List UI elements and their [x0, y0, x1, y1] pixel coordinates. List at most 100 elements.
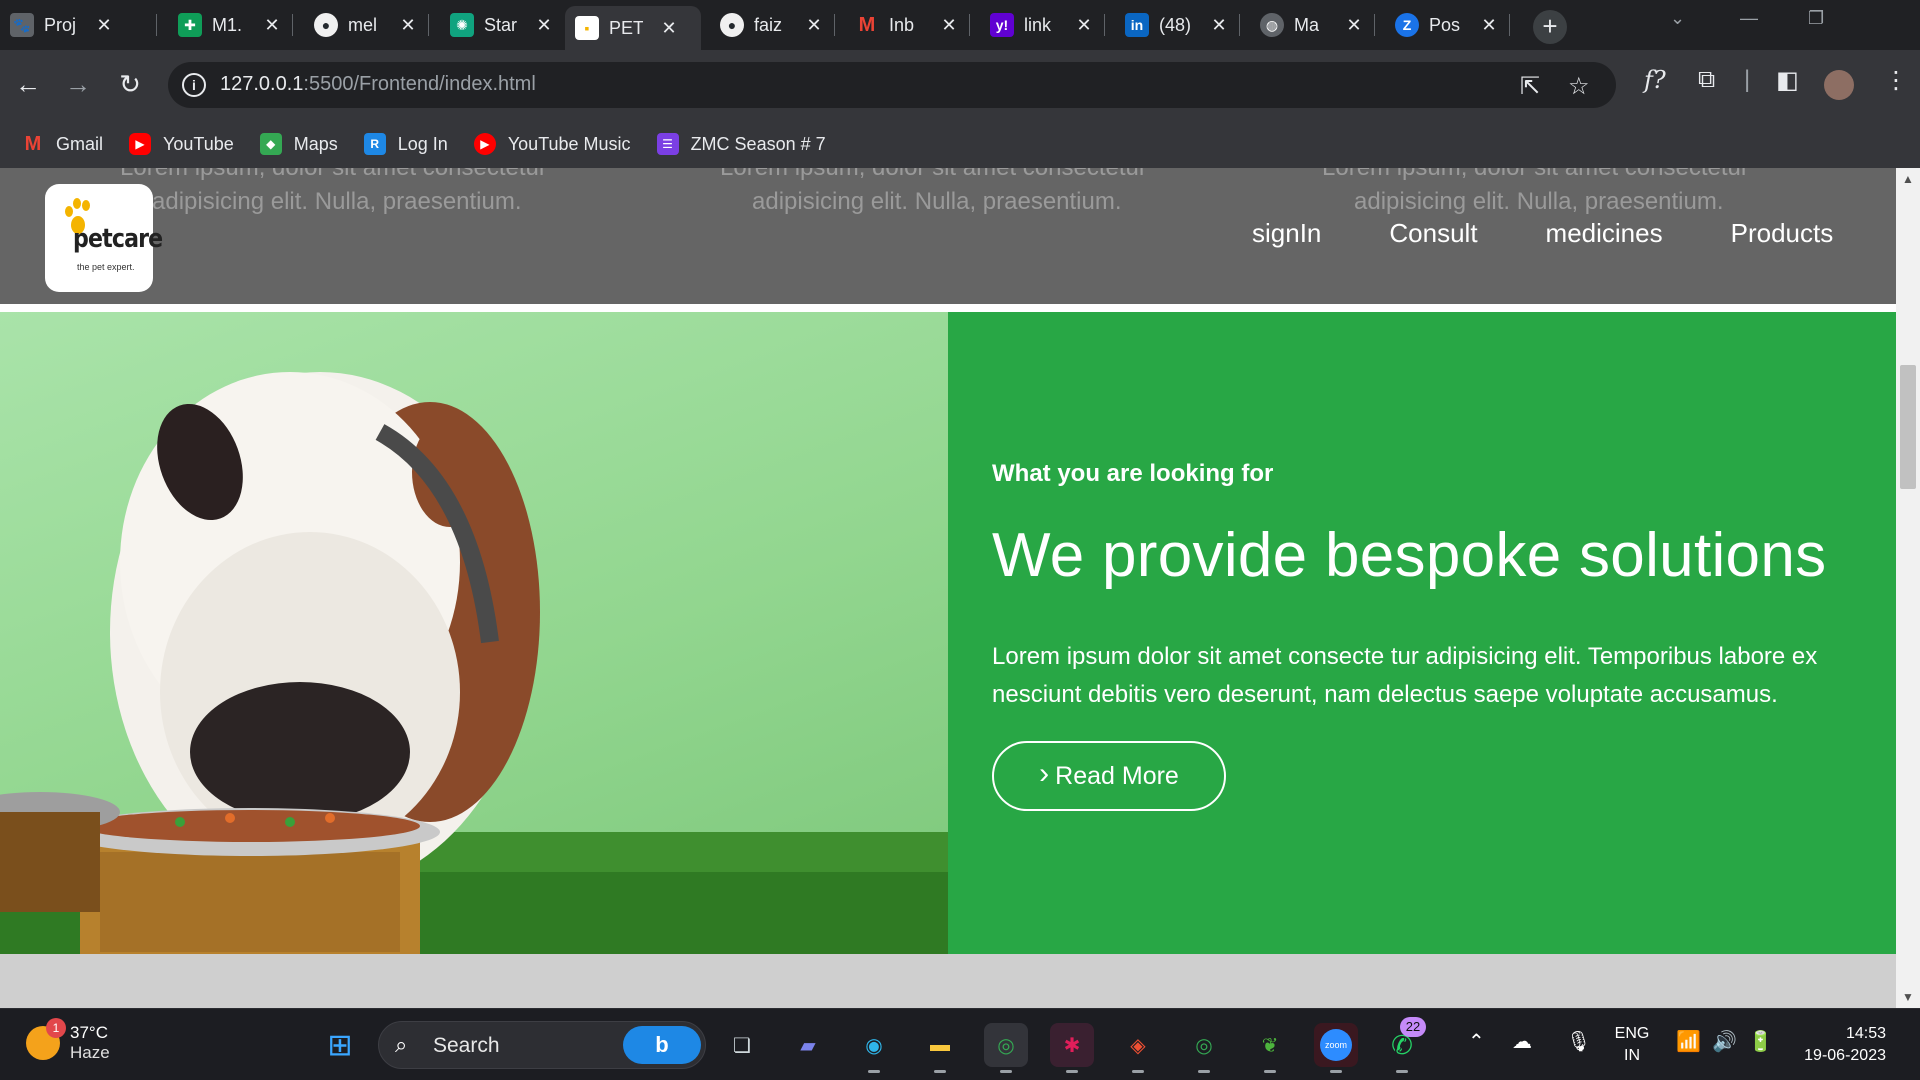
kebab-menu-icon[interactable]: ⋮	[1884, 66, 1908, 95]
background-text-line: adipisicing elit. Nulla, praesentium.	[1354, 188, 1724, 215]
close-icon[interactable]: ✕	[659, 18, 679, 39]
close-icon[interactable]: ✕	[1344, 15, 1364, 36]
bing-icon[interactable]: b	[623, 1026, 701, 1064]
wifi-icon[interactable]: 📶	[1676, 1029, 1701, 1054]
minimize-icon[interactable]: —	[1740, 8, 1758, 29]
close-icon[interactable]: ✕	[398, 15, 418, 36]
language-indicator[interactable]: ENG IN	[1612, 1023, 1652, 1067]
background-text-line: adipisicing elit. Nulla, praesentium.	[152, 188, 522, 215]
bookmark-zmc[interactable]: ☰ ZMC Season # 7	[656, 133, 826, 155]
tab-5[interactable]: ● faiz ✕	[710, 8, 824, 42]
onedrive-cloud-icon[interactable]: ☁	[1512, 1029, 1532, 1054]
close-icon[interactable]: ✕	[1074, 15, 1094, 36]
chrome-icon[interactable]: ◎	[984, 1023, 1028, 1073]
tab-10[interactable]: Z Pos ✕	[1385, 8, 1499, 42]
volume-icon[interactable]: 🔊	[1712, 1029, 1737, 1054]
petcare-logo[interactable]: petcare the pet expert.	[45, 184, 163, 292]
tab-title: Inb	[889, 14, 915, 35]
list-icon: ☰	[656, 133, 679, 155]
close-icon[interactable]: ✕	[262, 15, 282, 36]
scroll-up-icon[interactable]: ▲	[1896, 172, 1920, 186]
forward-icon[interactable]: →	[60, 66, 96, 102]
bookmark-youtube-music[interactable]: ▶ YouTube Music	[473, 133, 631, 155]
zoom-icon[interactable]: zoom	[1314, 1023, 1358, 1073]
close-icon[interactable]: ✕	[534, 15, 554, 36]
new-tab-button[interactable]: +	[1533, 10, 1567, 44]
taskbar-search[interactable]: ⌕ Search b	[378, 1021, 706, 1069]
tab-3[interactable]: ✺ Star ✕	[440, 8, 554, 42]
tab-9[interactable]: ◍ Ma ✕	[1250, 8, 1364, 42]
share-icon[interactable]: ⇱	[1520, 72, 1540, 101]
yahoo-favicon-icon: y!	[990, 13, 1014, 37]
microphone-icon[interactable]: 🎙	[1566, 1029, 1591, 1054]
background-text-line: Lorem ipsum, dolor sit amet consectetur	[120, 168, 547, 182]
hero-kicker: What you are looking for	[992, 460, 1274, 487]
tab-search-icon[interactable]: ⌄	[1670, 8, 1685, 29]
restore-icon[interactable]: ❐	[1808, 8, 1824, 29]
weather-widget[interactable]: 1 37°C Haze	[26, 1018, 110, 1063]
weather-badge: 1	[46, 1018, 66, 1038]
tab-7[interactable]: y! link ✕	[980, 8, 1094, 42]
close-icon[interactable]: ✕	[939, 15, 959, 36]
tab-6[interactable]: M Inb ✕	[845, 8, 959, 42]
page-scrollbar[interactable]: ▲ ▼	[1896, 168, 1920, 1008]
extensions-icon[interactable]: ⧉	[1698, 66, 1715, 94]
side-panel-icon[interactable]: ◧	[1776, 66, 1799, 95]
nav-products[interactable]: Products	[1731, 218, 1834, 249]
tab-1[interactable]: ✚ M1. ✕	[168, 8, 282, 42]
nav-medicines[interactable]: medicines	[1546, 218, 1663, 249]
bookmark-login[interactable]: R Log In	[363, 133, 448, 155]
bookmark-star-icon[interactable]: ☆	[1568, 72, 1590, 101]
background-text-line: Lorem ipsum, dolor sit amet consectetur	[1322, 168, 1749, 182]
scrollbar-thumb[interactable]	[1900, 365, 1916, 489]
reload-icon[interactable]: ↻	[112, 66, 148, 102]
bookmark-gmail[interactable]: M Gmail	[22, 133, 103, 155]
bookmarks-bar: M Gmail ▶ YouTube ◆ Maps R Log In ▶ YouT…	[0, 120, 1920, 168]
clock-time: 14:53	[1845, 1025, 1886, 1042]
battery-icon[interactable]: 🔋	[1748, 1029, 1773, 1054]
taskbar-search-label: Search	[433, 1034, 500, 1057]
site-info-icon[interactable]: i	[182, 73, 206, 97]
bookmark-maps[interactable]: ◆ Maps	[259, 133, 338, 155]
hero-dog-image	[0, 312, 948, 954]
system-clock[interactable]: 14:53 19-06-2023	[1796, 1023, 1886, 1067]
clock-date: 19-06-2023	[1804, 1047, 1886, 1064]
mongodb-icon[interactable]: ❦	[1248, 1023, 1292, 1073]
search-icon: ⌕	[395, 1032, 408, 1057]
show-hidden-icons-icon[interactable]: ⌃	[1468, 1029, 1485, 1054]
tab-separator	[156, 14, 157, 36]
close-icon[interactable]: ✕	[1479, 15, 1499, 36]
bookmark-label: Maps	[293, 133, 338, 154]
nav-consult[interactable]: Consult	[1389, 218, 1477, 249]
github-favicon-icon: ●	[314, 13, 338, 37]
tab-8[interactable]: in (48) ✕	[1115, 8, 1229, 42]
tab-0[interactable]: 🐾 Proj ✕	[0, 8, 114, 42]
close-icon[interactable]: ✕	[804, 15, 824, 36]
tab-4-active[interactable]: ▪ PET ✕	[565, 6, 701, 50]
nav-signin[interactable]: signIn	[1252, 218, 1321, 249]
teams-chat-icon[interactable]: ▰	[786, 1023, 830, 1067]
tab-title: Ma	[1294, 14, 1320, 35]
weather-haze-icon: 1	[26, 1018, 66, 1060]
back-icon[interactable]: ←	[10, 66, 46, 102]
tab-2[interactable]: ● mel ✕	[304, 8, 418, 42]
task-view-icon[interactable]: ❏	[720, 1023, 764, 1067]
close-icon[interactable]: ✕	[94, 15, 114, 36]
edge-icon[interactable]: ◉	[852, 1023, 896, 1073]
start-windows-icon[interactable]: ⊞	[318, 1023, 362, 1067]
address-bar[interactable]: i 127.0.0.1:5500/Frontend/index.html ⇱ ☆	[168, 62, 1616, 108]
chatgpt-favicon-icon: ✺	[450, 13, 474, 37]
file-explorer-icon[interactable]: ▬	[918, 1023, 962, 1073]
address-url[interactable]: 127.0.0.1:5500/Frontend/index.html	[220, 73, 536, 96]
chrome-profile-icon[interactable]: ◎	[1182, 1023, 1226, 1073]
close-icon[interactable]: ✕	[1209, 15, 1229, 36]
git-icon[interactable]: ◈	[1116, 1023, 1160, 1073]
slack-icon[interactable]: ✱	[1050, 1023, 1094, 1073]
scroll-down-icon[interactable]: ▼	[1896, 990, 1920, 1004]
tab-title: (48)	[1159, 14, 1192, 35]
bookmark-youtube[interactable]: ▶ YouTube	[129, 133, 234, 155]
hero-text-panel: What you are looking for We provide besp…	[948, 312, 1896, 954]
profile-avatar[interactable]	[1824, 70, 1854, 100]
read-more-button[interactable]: › Read More	[992, 741, 1226, 811]
formula-extension-icon[interactable]: f?	[1644, 66, 1666, 94]
